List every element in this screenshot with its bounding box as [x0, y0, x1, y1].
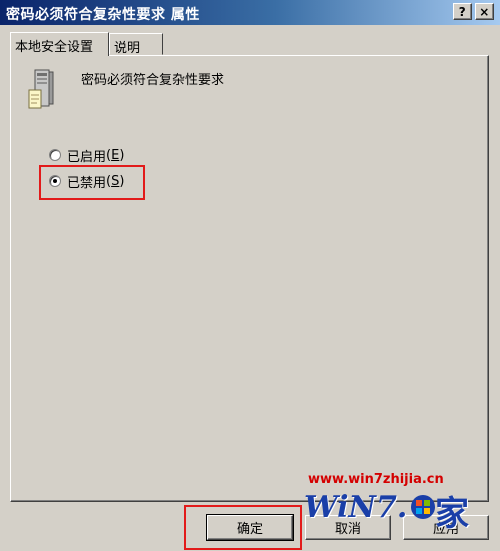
cancel-button[interactable]: 取消 — [305, 515, 391, 540]
tab-panel: 密码必须符合复杂性要求 已启用 (E) 已禁用 (S) — [10, 55, 489, 502]
radio-enabled-access-key: E — [111, 147, 120, 163]
apply-button[interactable]: 应用 — [403, 515, 489, 540]
radio-enabled[interactable]: 已启用 (E) — [49, 145, 124, 165]
radio-enabled-circle[interactable] — [49, 149, 61, 161]
highlight-ok-button — [184, 505, 302, 550]
tab-explain[interactable]: 说明 — [109, 33, 163, 56]
server-policy-icon — [27, 68, 57, 116]
title-bar: 密码必须符合复杂性要求 属性 ? × — [0, 0, 500, 25]
help-button[interactable]: ? — [453, 3, 472, 20]
radio-enabled-label: 已启用 — [67, 149, 107, 165]
close-button[interactable]: × — [475, 3, 494, 20]
highlight-disabled-option — [39, 165, 145, 200]
window-title: 密码必须符合复杂性要求 属性 — [6, 7, 200, 23]
tab-local-security-setting[interactable]: 本地安全设置 — [10, 32, 109, 56]
policy-name: 密码必须符合复杂性要求 — [81, 73, 225, 88]
